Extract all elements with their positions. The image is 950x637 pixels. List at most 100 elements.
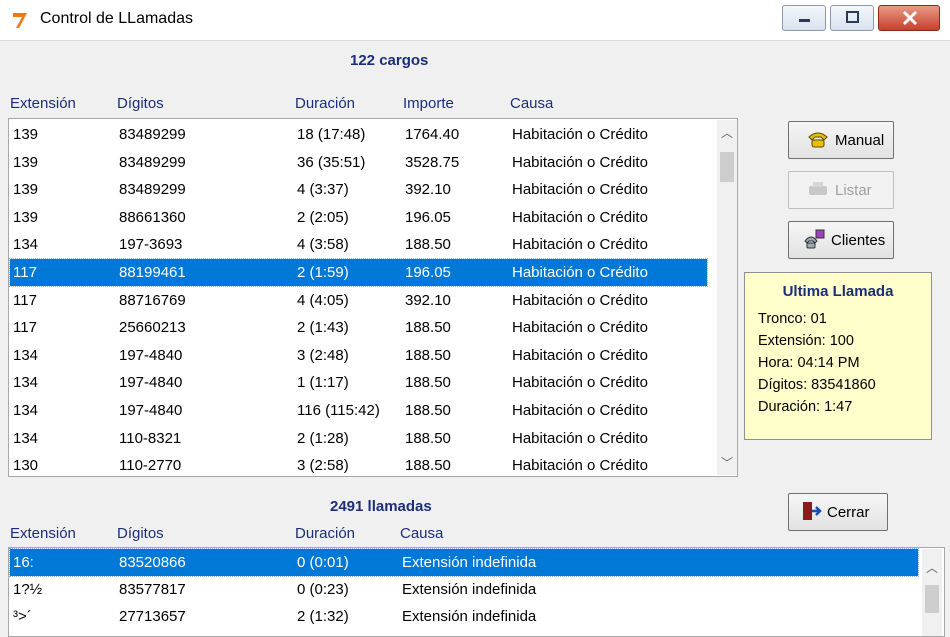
charges-row[interactable]: 134 197-4840 116 (115:42) 188.50 Habitación …	[10, 397, 707, 424]
col-digits[interactable]: Dígitos	[117, 95, 164, 112]
charges-cell: Habitación o Crédito	[512, 319, 648, 337]
calls-col-duration[interactable]: Duración	[295, 525, 355, 542]
maximize-button[interactable]	[830, 5, 874, 31]
charges-cell: Habitación o Crédito	[512, 346, 648, 364]
charges-cell: 117	[13, 319, 37, 337]
calls-cell: 83520866	[119, 554, 186, 571]
charges-row[interactable]: 117 25660213 2 (1:43) 188.50 Habitación o Cr…	[10, 314, 707, 341]
scroll-thumb[interactable]	[720, 152, 734, 182]
last-call-panel: Ultima Llamada Tronco: 01 Extensión: 100…	[744, 272, 932, 440]
calls-cell: ³>´	[13, 608, 32, 625]
charges-cell: 196.05	[405, 208, 451, 226]
cerrar-label: Cerrar	[827, 504, 870, 521]
charges-cell: 2 (1:43)	[297, 319, 349, 337]
charges-cell: 2 (2:05)	[297, 208, 349, 226]
clientes-label: Clientes	[831, 232, 886, 249]
charges-row[interactable]: 117 88716769 4 (4:05) 392.10 Habitación o Cr…	[10, 287, 707, 314]
charges-row[interactable]: 134 110-8321 2 (1:28) 188.50 Habitación o Cr…	[10, 425, 707, 452]
charges-cell: 83489299	[119, 126, 186, 143]
charges-cell: 88661360	[119, 208, 186, 226]
charges-row[interactable]: 134 197-4840 3 (2:48) 188.50 Habitación o Cr…	[10, 342, 707, 369]
printer-icon	[809, 182, 827, 195]
clientes-button[interactable]: Clientes	[788, 221, 894, 259]
charges-cell: 392.10	[405, 291, 451, 309]
close-button[interactable]	[878, 5, 940, 31]
charges-cell: 197-3693	[119, 236, 183, 254]
charges-cell: 196.05	[405, 264, 451, 281]
col-duration[interactable]: Duración	[295, 95, 355, 112]
minimize-icon	[799, 19, 810, 22]
last-call-title: Ultima Llamada	[782, 283, 894, 300]
charges-cell: 83489299	[119, 181, 186, 199]
charges-cell: Habitación o Crédito	[512, 402, 648, 419]
charges-row[interactable]: 130 110-2770 3 (2:58) 188.50 Habitación o Cr…	[10, 452, 707, 476]
last-call-duration: Duración: 1:47	[758, 399, 853, 415]
charges-list[interactable]: ︿ ﹀ 139 83489299 18 (17:48) 1764.40 Habitaci…	[8, 118, 738, 477]
listar-button[interactable]: Listar	[788, 171, 894, 209]
last-call-trunk: Tronco: 01	[758, 311, 827, 327]
charges-cell: 134	[13, 346, 39, 364]
col-extension[interactable]: Extensión	[10, 95, 76, 112]
last-call-extension: Extensión: 100	[758, 333, 854, 349]
charges-row[interactable]: 139 88661360 2 (2:05) 196.05 Habitación o Cr…	[10, 204, 707, 231]
cerrar-button[interactable]: Cerrar	[788, 493, 888, 531]
last-call-time: Hora: 04:14 PM	[758, 355, 860, 371]
charges-cell: 188.50	[405, 319, 451, 337]
charges-cell: 4 (4:05)	[297, 291, 349, 309]
charges-row[interactable]: 139 83489299 18 (17:48) 1764.40 Habitación o…	[10, 121, 707, 148]
calls-col-extension[interactable]: Extensión	[10, 525, 76, 542]
calls-cell: 27713657	[119, 608, 186, 625]
charges-cell: 4 (3:58)	[297, 236, 349, 254]
charges-row[interactable]: 117 88199461 2 (1:59) 196.05 Habitación o Cr…	[9, 258, 708, 287]
calls-row[interactable]: ³>´ 27713657 2 (1:32) Extensión indefinida	[10, 603, 918, 630]
calls-col-digits[interactable]: Dígitos	[117, 525, 164, 542]
calls-scroll-up-icon[interactable]: ︿	[922, 559, 942, 576]
col-amount[interactable]: Importe	[403, 95, 454, 112]
charges-row[interactable]: 134 197-3693 4 (3:58) 188.50 Habitación o Cr…	[10, 231, 707, 258]
phone-icon	[808, 132, 828, 148]
col-cause[interactable]: Causa	[510, 95, 553, 112]
charges-cell: 139	[13, 208, 39, 226]
scroll-down-icon[interactable]: ﹀	[717, 454, 737, 471]
charges-cell: 197-4840	[119, 402, 183, 419]
manual-button[interactable]: Manual	[788, 121, 894, 159]
charges-cell: 188.50	[405, 236, 451, 254]
client-phone-icon	[804, 229, 825, 249]
manual-label: Manual	[835, 132, 885, 149]
charges-row[interactable]: 139 83489299 36 (35:51) 3528.75 Habitación o…	[10, 149, 707, 176]
charges-cell: 1764.40	[405, 126, 460, 143]
charges-cell: 117	[13, 264, 37, 281]
charges-cell: Habitación o Crédito	[512, 457, 648, 475]
calls-col-cause[interactable]: Causa	[400, 525, 443, 542]
calls-row[interactable]: 16: 83520866 0 (0:01) Extensión indefinida	[9, 548, 919, 577]
charges-cell: 139	[13, 181, 39, 199]
charges-scrollbar[interactable]: ︿ ﹀	[717, 120, 737, 475]
charges-cell: Habitación o Crédito	[512, 291, 648, 309]
maximize-icon	[846, 11, 859, 23]
charges-cell: 197-4840	[119, 374, 183, 392]
close-icon	[902, 10, 918, 26]
charges-cell: Habitación o Crédito	[512, 236, 648, 254]
calls-list[interactable]: ︿ 16: 83520866 0 (0:01) Extensión indefinid…	[8, 547, 945, 637]
charges-cell: Habitación o Crédito	[512, 208, 648, 226]
charges-cell: 2 (1:59)	[297, 264, 349, 281]
scroll-up-icon[interactable]: ︿	[717, 124, 737, 141]
charges-cell: 1 (1:17)	[297, 374, 349, 392]
charges-cell: 36 (35:51)	[297, 153, 366, 171]
calls-cell: 1?½	[13, 581, 43, 598]
calls-row[interactable]: 1?½ 83577817 0 (0:23) Extensión indefinida	[10, 576, 918, 603]
listar-label: Listar	[835, 182, 872, 199]
charges-row[interactable]: 134 197-4840 1 (1:17) 188.50 Habitación o Cr…	[10, 369, 707, 396]
charges-cell: 134	[13, 374, 39, 392]
minimize-button[interactable]	[782, 5, 826, 31]
calls-heading: 2491 llamadas	[330, 498, 432, 515]
charges-cell: 188.50	[405, 346, 451, 364]
charges-cell: 4 (3:37)	[297, 181, 349, 199]
charges-cell: 18 (17:48)	[297, 126, 366, 143]
charges-cell: 130	[13, 457, 39, 475]
charges-cell: 117	[13, 291, 37, 309]
calls-scroll-thumb[interactable]	[925, 585, 939, 613]
charges-row[interactable]: 139 83489299 4 (3:37) 392.10 Habitación o Cr…	[10, 176, 707, 203]
calls-cell: Extensión indefinida	[402, 608, 537, 625]
calls-scrollbar[interactable]: ︿	[922, 549, 942, 636]
